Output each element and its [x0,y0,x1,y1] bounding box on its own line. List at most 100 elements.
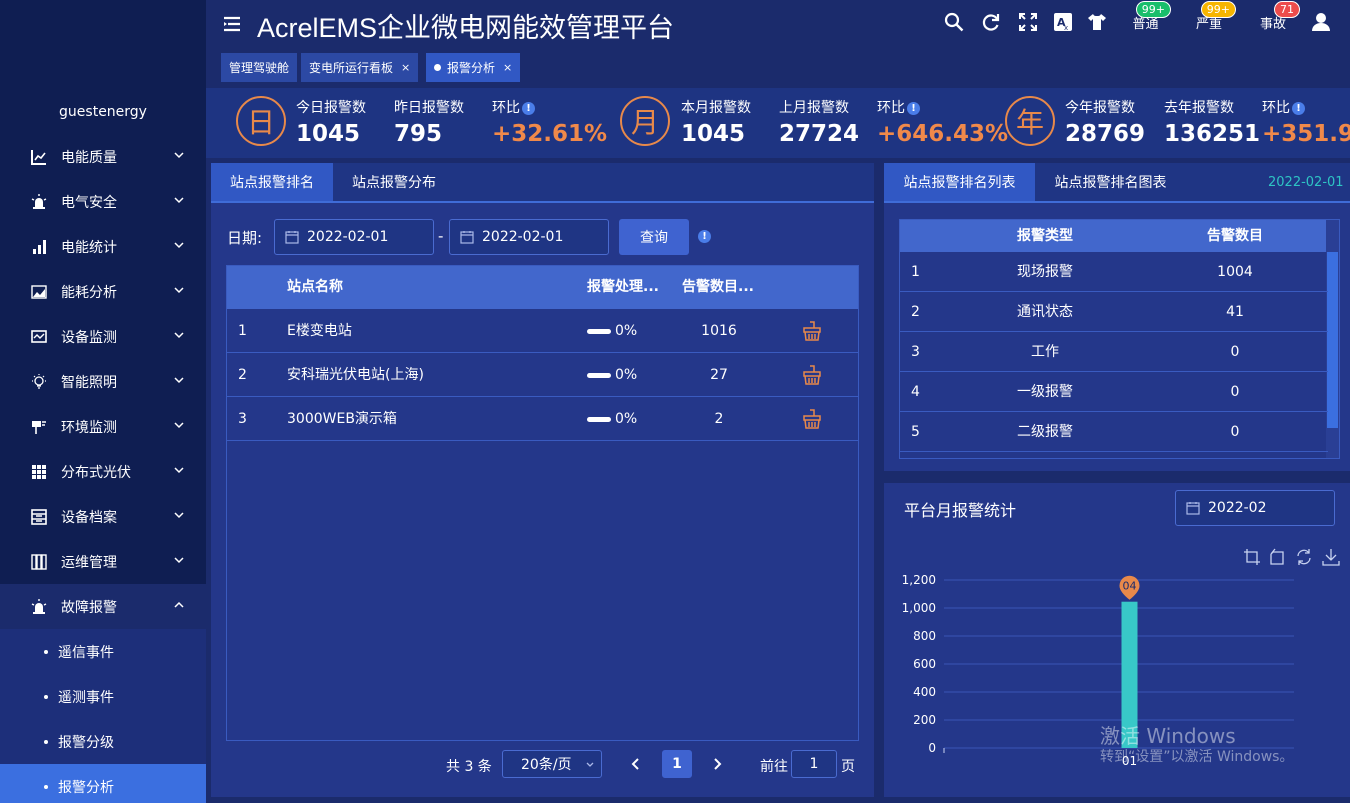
sidebar-item-environment[interactable]: 环境监测 [0,404,206,449]
table-row[interactable]: 3 3000WEB演示箱 0% 2 [227,397,858,441]
sidebar-submenu: 遥信事件 遥测事件 报警分级 报警分析 [0,629,206,803]
alarm-type: 工作 [1031,344,1059,360]
sidebar-subitem-alarm-analysis[interactable]: 报警分析 [0,764,206,803]
download-icon[interactable] [1322,548,1340,566]
sidebar-item-label: 电气安全 [61,194,117,211]
table-row[interactable]: 3 工作 0 [900,332,1328,372]
month-ratio-label: 环比! [877,97,920,117]
close-icon[interactable]: × [503,61,512,74]
tab-site-ranking[interactable]: 站点报警排名 [211,163,333,201]
sidebar-item-energy-stats[interactable]: 电能统计 [0,224,206,269]
sidebar-subitem-remote-signal[interactable]: 遥信事件 [0,629,206,674]
sidebar-item-device-archive[interactable]: 设备档案 [0,494,206,539]
sidebar-subitem-remote-measure[interactable]: 遥测事件 [0,674,206,719]
alarm-count: 27 [710,367,728,383]
tab-alarm-analysis[interactable]: 报警分析 × [426,53,521,82]
badge-normal-count: 99+ [1135,1,1171,18]
handle-progress: 0% [587,397,637,441]
search-icon[interactable] [943,11,965,33]
last-year-alarm-value: 136251 [1164,121,1261,147]
restore-icon[interactable] [1295,548,1313,566]
alarm-count: 1004 [1217,264,1253,280]
year-ratio-text: 环比 [1262,100,1290,116]
site-name: E楼变电站 [287,323,352,339]
page-number-active[interactable]: 1 [662,750,692,778]
zoom-reset-icon[interactable] [1269,548,1287,566]
tab-ranking-chart[interactable]: 站点报警排名图表 [1035,163,1186,201]
refresh-icon[interactable] [980,11,1002,33]
table-row[interactable]: 1 E楼变电站 0% 1016 [227,309,858,353]
area-chart-icon [30,283,48,301]
badge-severe-button[interactable]: 严重 99+ [1186,1,1236,34]
sidebar-item-power-quality[interactable]: 电能质量 [0,134,206,179]
sidebar-item-solar[interactable]: 分布式光伏 [0,449,206,494]
clean-basket-icon[interactable] [802,353,822,397]
progress-bar [587,372,611,378]
next-page-icon[interactable] [711,757,723,775]
username: guestenergy [59,104,147,120]
prev-page-icon[interactable] [630,757,642,775]
row-index: 1 [911,264,920,280]
chevron-down-icon [174,422,184,429]
query-button[interactable]: 查询 [619,219,689,255]
sidebar-item-label: 设备档案 [61,509,117,526]
scrollbar-thumb[interactable] [1327,252,1338,428]
sidebar-subitem-alarm-level[interactable]: 报警分级 [0,719,206,764]
day-ratio-value: +32.61% [492,121,608,147]
table-row[interactable]: 4 一级报警 0 [900,372,1328,412]
alarm-count: 0 [1230,384,1240,400]
info-icon[interactable]: ! [698,230,711,243]
tab-cockpit[interactable]: 管理驾驶舱 [221,53,298,82]
tab-site-distribution[interactable]: 站点报警分布 [333,163,455,201]
fullscreen-icon[interactable] [1017,11,1039,33]
sidebar-item-maintenance[interactable]: 运维管理 [0,539,206,584]
sidebar-item-electrical-safety[interactable]: 电气安全 [0,179,206,224]
tab-ranking-list[interactable]: 站点报警排名列表 [884,163,1035,201]
theme-shirt-icon[interactable] [1086,11,1108,33]
info-icon[interactable]: ! [907,101,920,115]
page-size-select[interactable]: 20条/页 [502,750,602,778]
sidebar-item-label: 智能照明 [61,374,117,391]
bullet-dot [44,739,48,744]
tab-label: 变电所运行看板 [309,61,394,75]
sidebar-item-lighting[interactable]: 智能照明 [0,359,206,404]
month-picker[interactable]: 2022-02 [1175,490,1335,526]
date-to-input[interactable]: 2022-02-01 [449,219,609,255]
table-row[interactable]: 2 通讯状态 41 [900,292,1328,332]
info-icon[interactable]: ! [1292,101,1305,115]
badge-accident-button[interactable]: 事故 71 [1250,1,1300,34]
info-icon[interactable]: ! [522,101,535,115]
sidebar-item-label: 环境监测 [61,419,117,436]
page-size-value: 20条/页 [521,757,572,773]
user-avatar-icon[interactable] [1310,11,1332,33]
clean-basket-icon[interactable] [802,397,822,441]
hamburger-menu-icon[interactable] [222,14,242,34]
col-alarm-type: 报警类型 [1017,228,1073,244]
svg-text:x: x [1064,24,1068,32]
badge-normal-button[interactable]: 普通 99+ [1124,1,1171,34]
sidebar-item-fault-alarm[interactable]: 故障报警 [0,584,206,629]
chart-marker-label: 04 [1123,580,1137,593]
close-icon[interactable]: × [401,61,410,74]
alarm-count: 0 [1230,424,1240,440]
table-row[interactable]: 2 安科瑞光伏电站(上海) 0% 27 [227,353,858,397]
col-site-name: 站点名称 [287,279,343,295]
sidebar-item-consumption[interactable]: 能耗分析 [0,269,206,314]
translate-icon[interactable]: Ax [1052,11,1074,33]
page-suffix: 页 [841,759,855,775]
windows-watermark-title: 激活 Windows [1100,724,1236,748]
tab-substation-board[interactable]: 变电所运行看板 × [301,53,419,82]
top-header: AcrelEMS企业微电网能效管理平台 Ax 普通 99+ 严重 99+ 事故 … [206,0,1350,50]
progress-bar [587,328,611,334]
alarm-count: 0 [1230,344,1240,360]
clean-basket-icon[interactable] [802,309,822,353]
table-row[interactable]: 1 现场报警 1004 [900,252,1328,292]
table-row[interactable]: 5 二级报警 0 [900,412,1328,452]
goto-page-input[interactable]: 1 [791,750,837,778]
row-index: 4 [911,384,920,400]
stats-bar: 日 今日报警数 1045 昨日报警数 795 环比! +32.61% 月 本月报… [206,88,1350,158]
sidebar-item-device-monitor[interactable]: 设备监测 [0,314,206,359]
date-from-input[interactable]: 2022-02-01 [274,219,434,255]
badge-accident-count: 71 [1274,1,1300,18]
zoom-select-icon[interactable] [1243,548,1261,566]
